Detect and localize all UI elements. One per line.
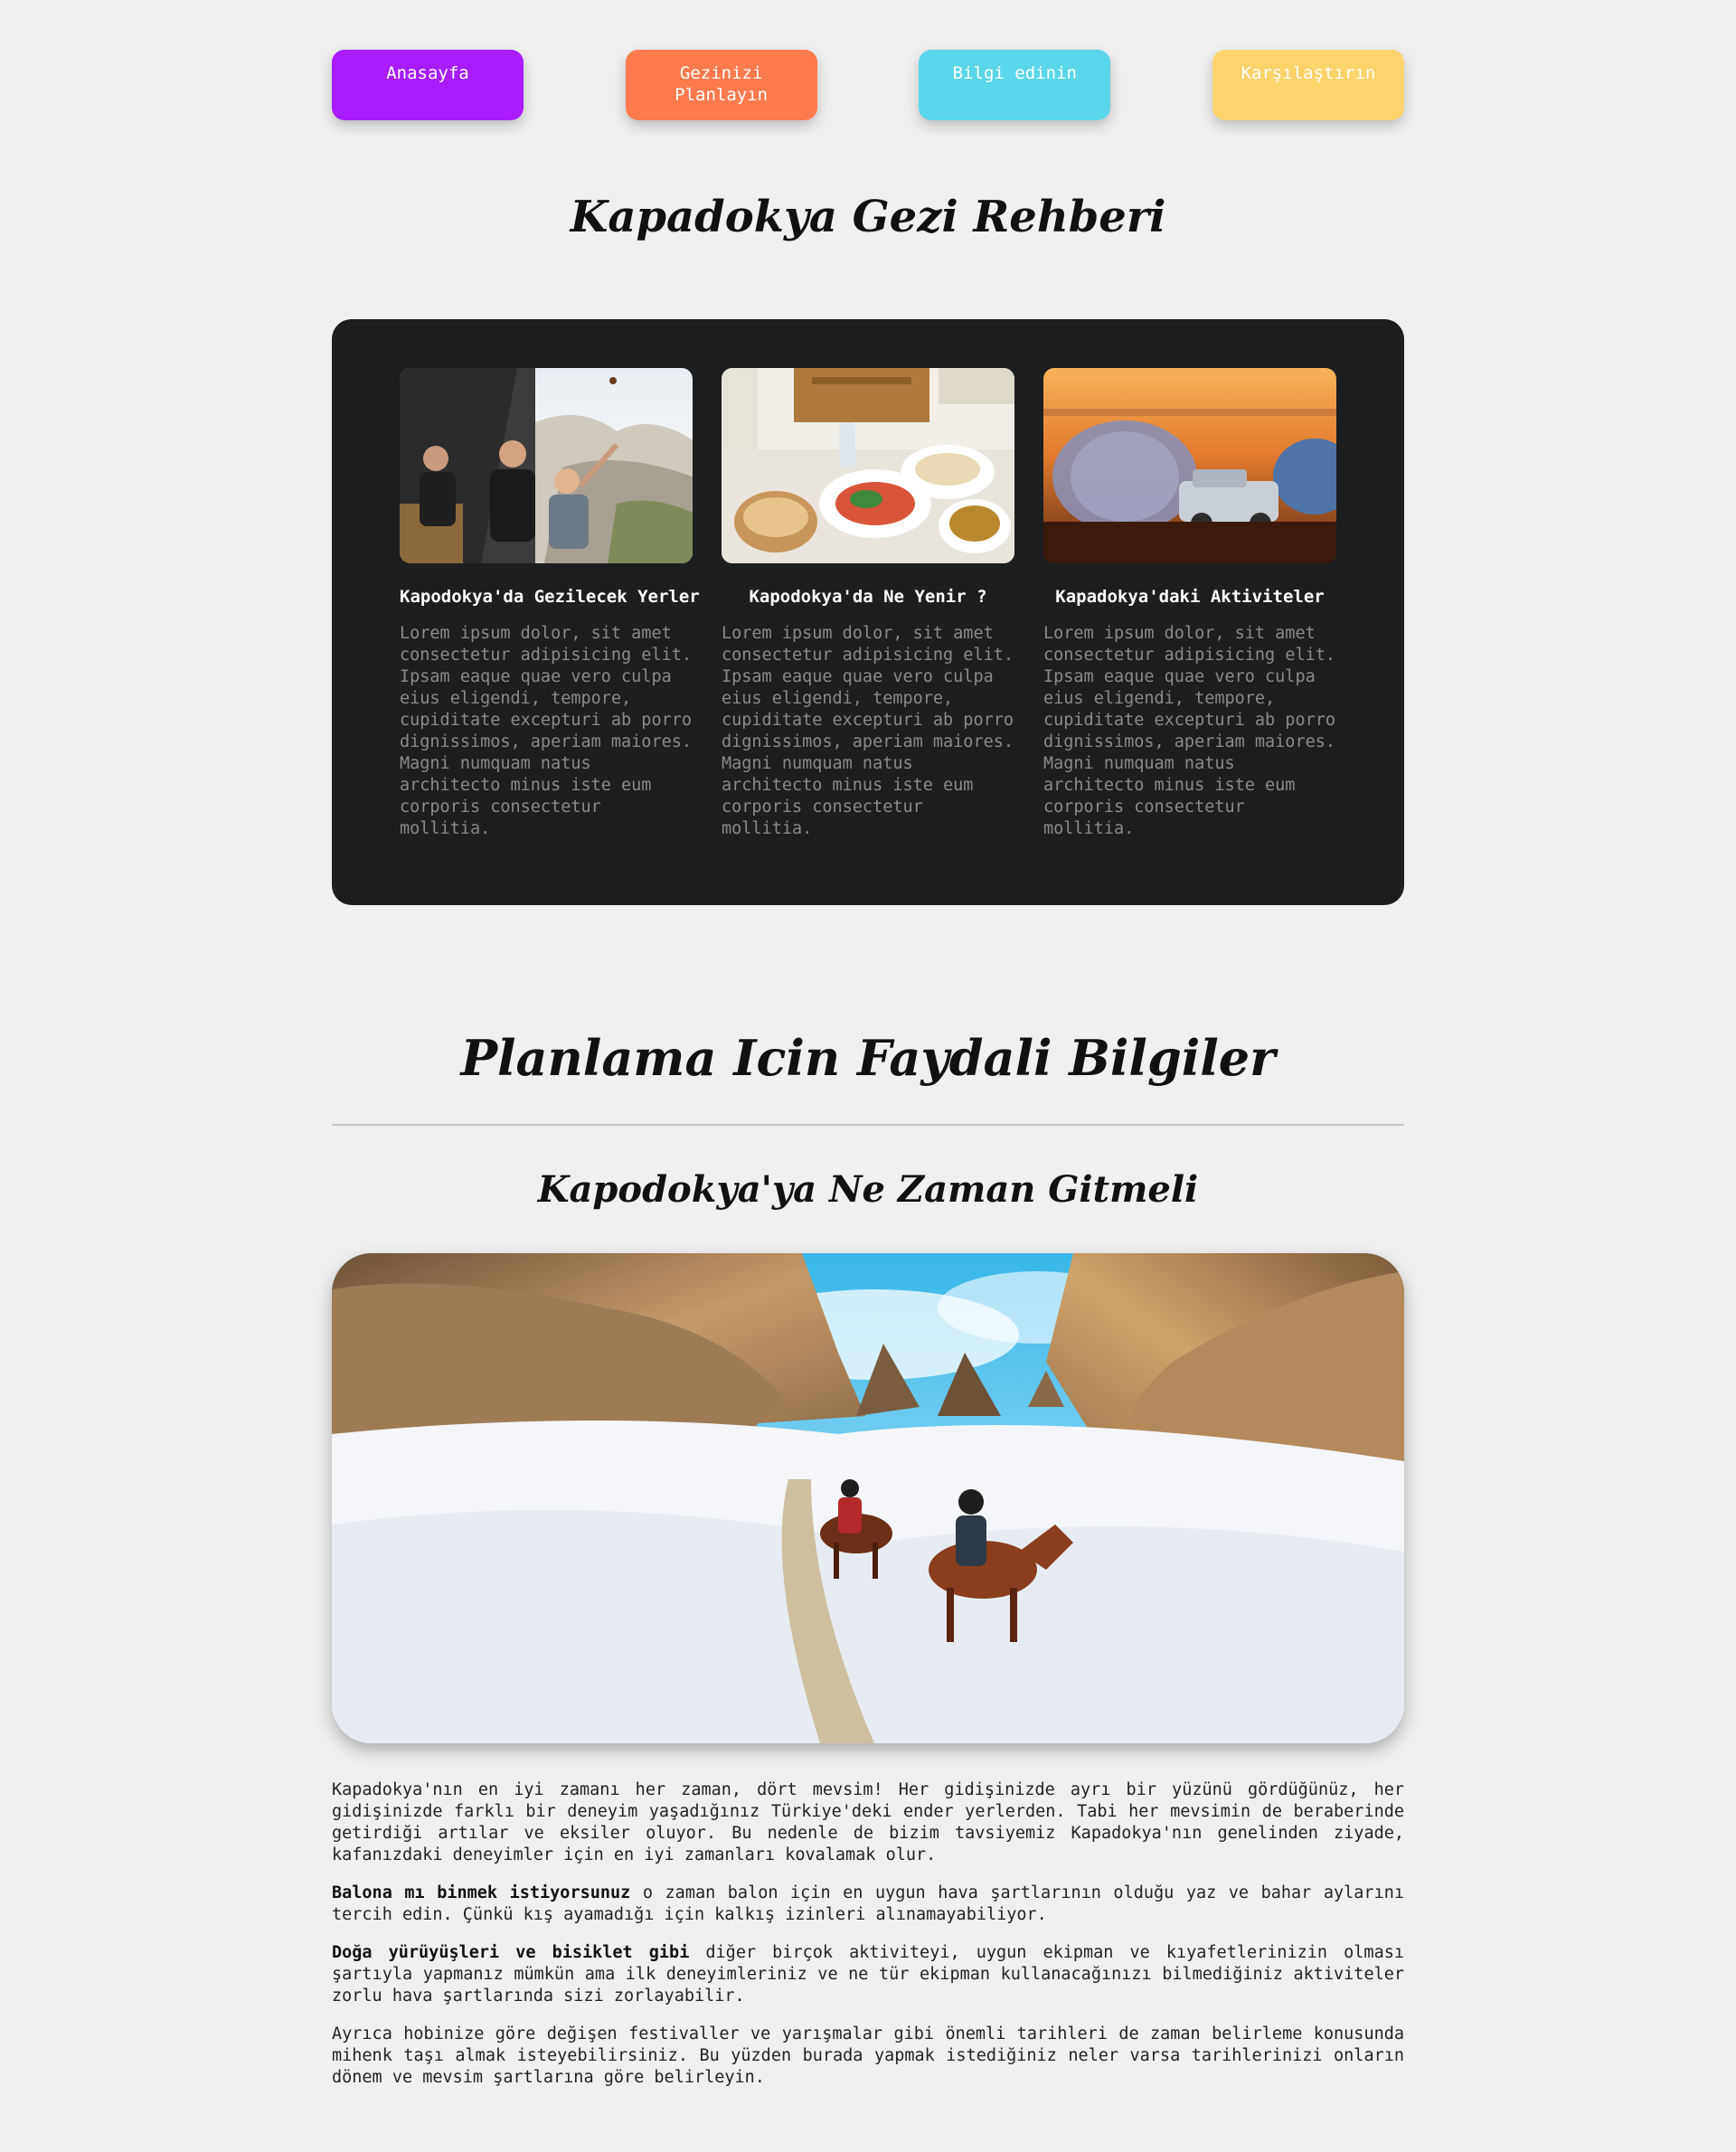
- card-food: Kapodokya'da Ne Yenir ? Lorem ipsum dolo…: [722, 368, 1014, 840]
- winter-horse-riding-photo: [332, 1253, 1404, 1743]
- cards-panel: Kapodokya'da Gezilecek Yerler Lorem ipsu…: [332, 319, 1404, 905]
- sunset-balloons-jeep-photo: [1043, 368, 1336, 563]
- planning-subtitle: Kapodokya'ya Ne Zaman Gitmeli: [537, 1168, 1199, 1211]
- nav-button-learn[interactable]: Bilgi edinin: [919, 50, 1111, 120]
- article-paragraph-2: Balona mı binmek istiyorsunuz o zaman ba…: [332, 1883, 1404, 1926]
- planning-article: Kapadokya'nın en iyi zamanı her zaman, d…: [332, 1779, 1404, 2105]
- paragraph-emphasis: Balona mı binmek istiyorsunuz: [332, 1883, 631, 1902]
- card-places: Kapodokya'da Gezilecek Yerler Lorem ipsu…: [400, 368, 700, 840]
- card-text: Lorem ipsum dolor, sit amet consectetur …: [400, 624, 693, 838]
- nav-button-home[interactable]: Anasayfa: [332, 50, 524, 120]
- card-text: Lorem ipsum dolor, sit amet consectetur …: [1043, 624, 1336, 838]
- balloon-basket-people-photo: [400, 368, 693, 563]
- hero-illustration: [332, 1253, 1404, 1743]
- page-title: Kapadokya Gezi Rehberi: [570, 192, 1166, 242]
- card-title: Kapadokya'daki Aktiviteler: [1055, 587, 1325, 607]
- article-paragraph-4: Ayrıca hobinize göre değişen festivaller…: [332, 2025, 1404, 2087]
- card-activities: Kapadokya'daki Aktiviteler Lorem ipsum d…: [1043, 368, 1336, 840]
- article-paragraph-3: Doğa yürüyüşleri ve bisiklet gibi diğer …: [332, 1942, 1404, 2007]
- planning-title: Planlama Icin Faydali Bilgiler: [460, 1029, 1276, 1087]
- article-paragraph-1: Kapadokya'nın en iyi zamanı her zaman, d…: [332, 1780, 1404, 1864]
- nav-button-compare[interactable]: Karşılaştırın: [1212, 50, 1404, 120]
- food-plates-photo: [722, 368, 1014, 563]
- paragraph-emphasis: Doğa yürüyüşleri ve bisiklet gibi: [332, 1943, 690, 1962]
- top-navigation: Anasayfa Gezinizi Planlayın Bilgi edinin…: [332, 50, 1404, 120]
- nav-button-plan-trip[interactable]: Gezinizi Planlayın: [625, 50, 817, 120]
- card-title: Kapodokya'da Ne Yenir ?: [749, 587, 987, 607]
- section-divider: [332, 1124, 1404, 1126]
- card-title: Kapodokya'da Gezilecek Yerler: [400, 587, 700, 607]
- card-text: Lorem ipsum dolor, sit amet consectetur …: [722, 624, 1014, 838]
